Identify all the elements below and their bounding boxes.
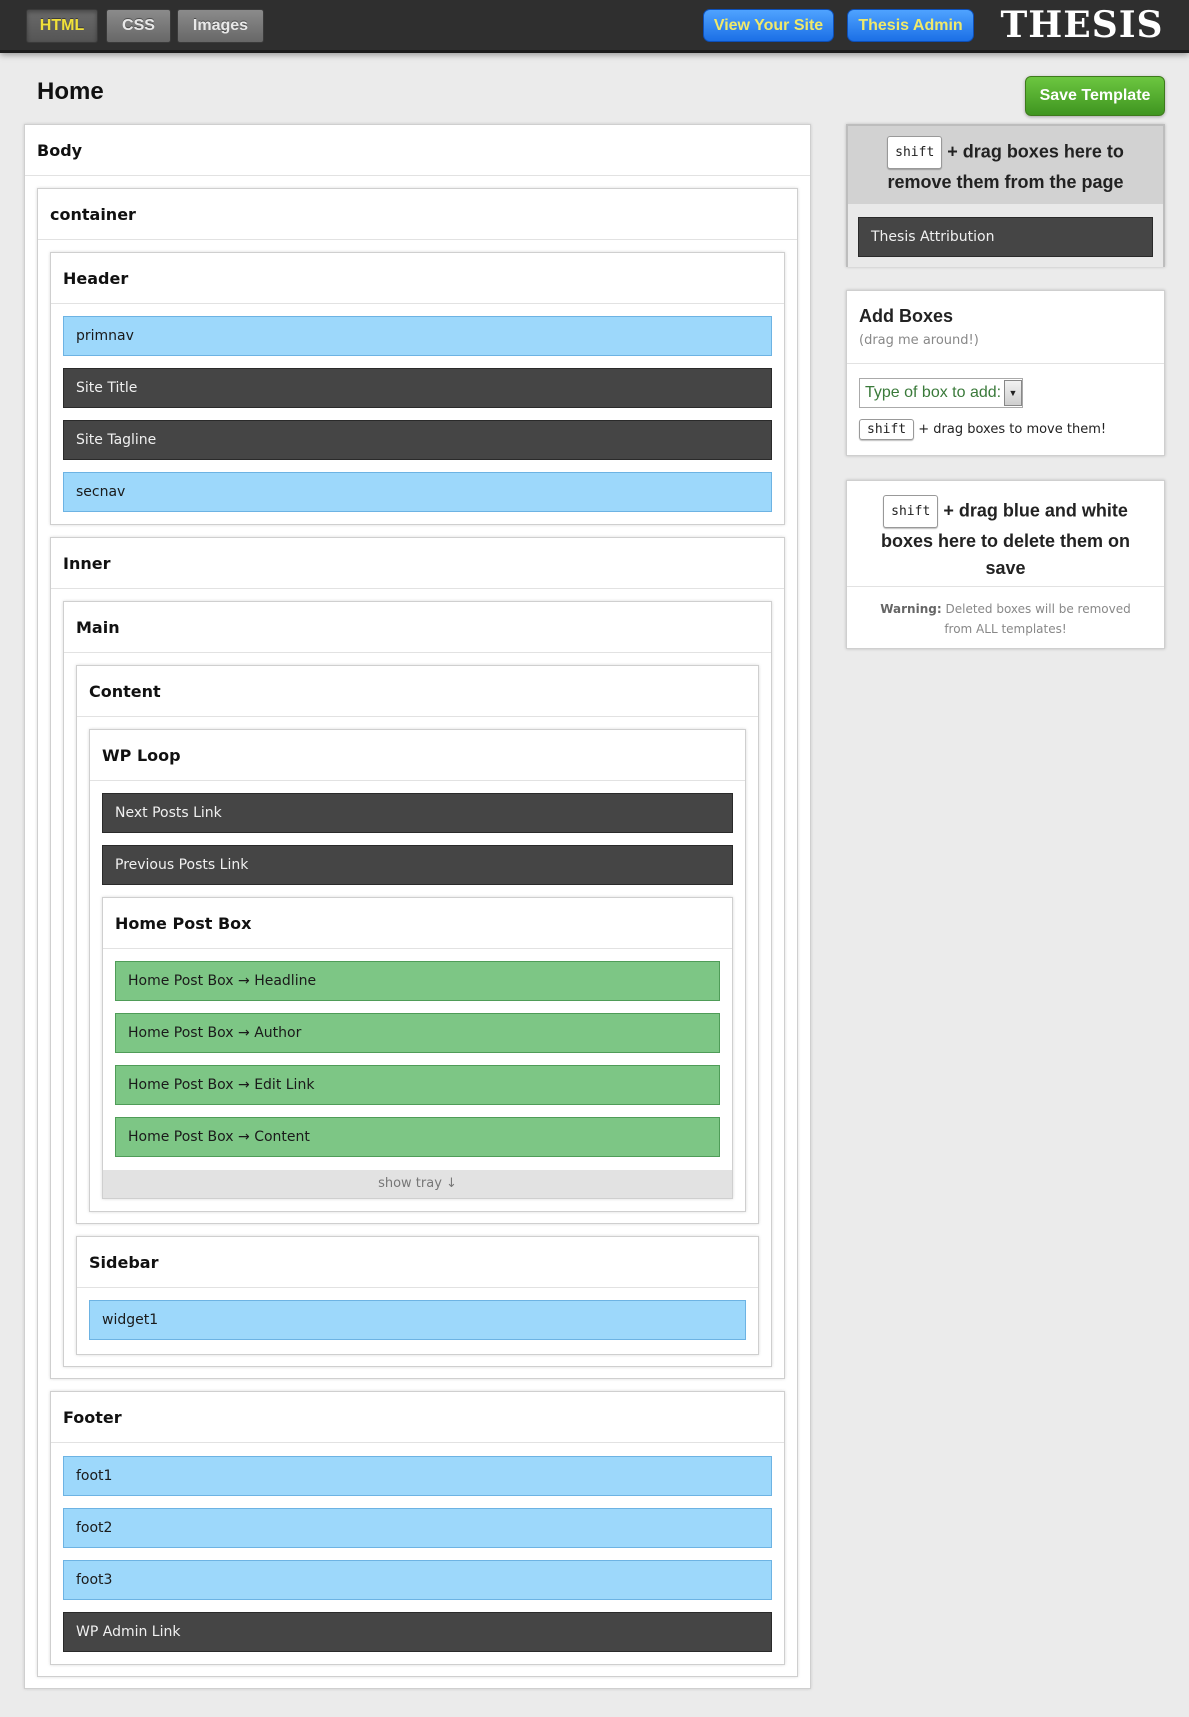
box-title: Content xyxy=(77,666,758,717)
add-boxes-panel[interactable]: Add Boxes (drag me around!) shift + drag… xyxy=(846,290,1165,456)
delete-dropzone[interactable]: shift + drag blue and white boxes here t… xyxy=(846,480,1165,649)
box-title: Body xyxy=(25,125,810,176)
divider xyxy=(847,586,1164,587)
page-title: Home xyxy=(37,78,104,105)
shift-key: shift xyxy=(887,136,943,169)
tab-css[interactable]: CSS xyxy=(106,9,171,43)
box-type-select-value: Type of box to add: xyxy=(865,384,1002,401)
box-title: Main xyxy=(64,602,771,653)
shift-key: shift xyxy=(883,495,939,528)
save-template-button[interactable]: Save Template xyxy=(1025,76,1165,116)
box-title: Home Post Box xyxy=(103,898,732,949)
view-site-button[interactable]: View Your Site xyxy=(703,9,834,42)
foot2-box[interactable]: foot2 xyxy=(63,1508,772,1548)
foot1-box[interactable]: foot1 xyxy=(63,1456,772,1496)
site-tagline-box[interactable]: Site Tagline xyxy=(63,420,772,460)
chevron-down-icon[interactable]: ▼ xyxy=(1004,380,1022,406)
site-title-box[interactable]: Site Title xyxy=(63,368,772,408)
previous-posts-link-box[interactable]: Previous Posts Link xyxy=(102,845,733,885)
widget1-box[interactable]: widget1 xyxy=(89,1300,746,1340)
move-hint-text: + drag boxes to move them! xyxy=(918,422,1107,437)
shift-key: shift xyxy=(859,419,915,440)
move-hint: shift + drag boxes to move them! xyxy=(859,419,1106,440)
thesis-admin-button[interactable]: Thesis Admin xyxy=(847,9,974,42)
box-title: container xyxy=(38,189,797,240)
wp-admin-link-box[interactable]: WP Admin Link xyxy=(63,1612,772,1652)
warning-label: Warning: xyxy=(880,602,942,616)
remove-instructions: shift + drag boxes here to remove them f… xyxy=(856,136,1155,196)
top-toolbar: HTML CSS Images View Your Site Thesis Ad… xyxy=(0,0,1189,53)
thesis-attribution-box[interactable]: Thesis Attribution xyxy=(858,217,1153,257)
add-boxes-title: Add Boxes xyxy=(859,306,954,326)
foot3-box[interactable]: foot3 xyxy=(63,1560,772,1600)
remove-dropzone[interactable]: shift + drag boxes here to remove them f… xyxy=(846,124,1165,267)
primnav-box[interactable]: primnav xyxy=(63,316,772,356)
author-box[interactable]: Home Post Box → Author xyxy=(115,1013,720,1053)
divider xyxy=(847,363,1164,364)
headline-box[interactable]: Home Post Box → Headline xyxy=(115,961,720,1001)
thesis-logo: THESIS xyxy=(1000,4,1164,46)
edit-link-box[interactable]: Home Post Box → Edit Link xyxy=(115,1065,720,1105)
show-tray-toggle[interactable]: show tray ↓ xyxy=(103,1170,732,1198)
secnav-box[interactable]: secnav xyxy=(63,472,772,512)
box-title: WP Loop xyxy=(90,730,745,781)
delete-warning: Warning: Deleted boxes will be removed f… xyxy=(865,599,1146,639)
box-title: Header xyxy=(51,253,784,304)
delete-instructions: shift + drag blue and white boxes here t… xyxy=(861,495,1150,582)
tab-images[interactable]: Images xyxy=(177,9,264,43)
tab-html[interactable]: HTML xyxy=(26,9,98,43)
content-item-box[interactable]: Home Post Box → Content xyxy=(115,1117,720,1157)
box-title: Footer xyxy=(51,1392,784,1443)
next-posts-link-box[interactable]: Next Posts Link xyxy=(102,793,733,833)
add-boxes-subtitle: (drag me around!) xyxy=(859,333,979,348)
warning-text: Deleted boxes will be removed from ALL t… xyxy=(944,602,1131,636)
box-title: Sidebar xyxy=(77,1237,758,1288)
box-type-select[interactable]: Type of box to add: ▼ xyxy=(859,378,1023,408)
box-title: Inner xyxy=(51,538,784,589)
